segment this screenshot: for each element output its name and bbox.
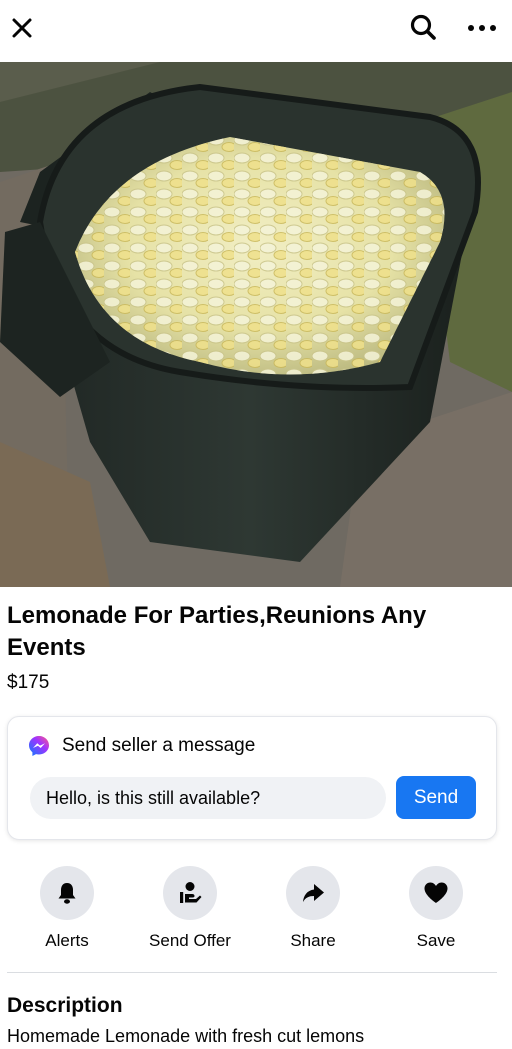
lemonade-bin-image bbox=[0, 62, 512, 587]
save-circle[interactable] bbox=[409, 866, 463, 920]
bell-icon bbox=[58, 883, 76, 904]
section-divider bbox=[7, 972, 497, 973]
send-button[interactable]: Send bbox=[396, 776, 476, 819]
save-button[interactable]: Save bbox=[381, 866, 491, 951]
alerts-button[interactable]: Alerts bbox=[12, 866, 122, 951]
message-seller-card: Send seller a message Send bbox=[7, 716, 497, 840]
search-button[interactable] bbox=[404, 8, 442, 46]
alerts-label: Alerts bbox=[45, 931, 89, 950]
top-bar bbox=[0, 0, 512, 62]
search-icon bbox=[410, 14, 436, 40]
share-arrow-icon bbox=[303, 884, 324, 902]
send-offer-label: Send Offer bbox=[149, 931, 231, 950]
send-offer-circle[interactable] bbox=[163, 866, 217, 920]
message-header: Send seller a message bbox=[28, 735, 255, 757]
listing-photo[interactable] bbox=[0, 62, 512, 587]
save-label: Save bbox=[416, 931, 456, 950]
send-offer-button[interactable]: Send Offer bbox=[135, 866, 245, 951]
more-horizontal-icon bbox=[468, 25, 496, 31]
share-label: Share bbox=[290, 931, 336, 950]
heart-icon bbox=[424, 882, 448, 903]
message-input[interactable] bbox=[30, 777, 386, 819]
listing-title: Lemonade For Parties,Reunions Any Events bbox=[7, 602, 427, 661]
description-heading: Description bbox=[7, 994, 123, 1017]
send-offer-icon bbox=[180, 882, 202, 903]
alerts-circle[interactable] bbox=[40, 866, 94, 920]
more-options-button[interactable] bbox=[460, 10, 504, 46]
action-bar: Alerts Send Offer Share Save bbox=[0, 866, 512, 956]
close-button[interactable] bbox=[4, 10, 40, 46]
close-icon bbox=[12, 18, 32, 38]
listing-price: $175 bbox=[7, 672, 50, 693]
messenger-icon bbox=[29, 736, 49, 756]
description-text: Homemade Lemonade with fresh cut lemons bbox=[7, 1026, 365, 1046]
message-header-label: Send seller a message bbox=[62, 735, 256, 756]
share-circle[interactable] bbox=[286, 866, 340, 920]
share-button[interactable]: Share bbox=[258, 866, 368, 951]
